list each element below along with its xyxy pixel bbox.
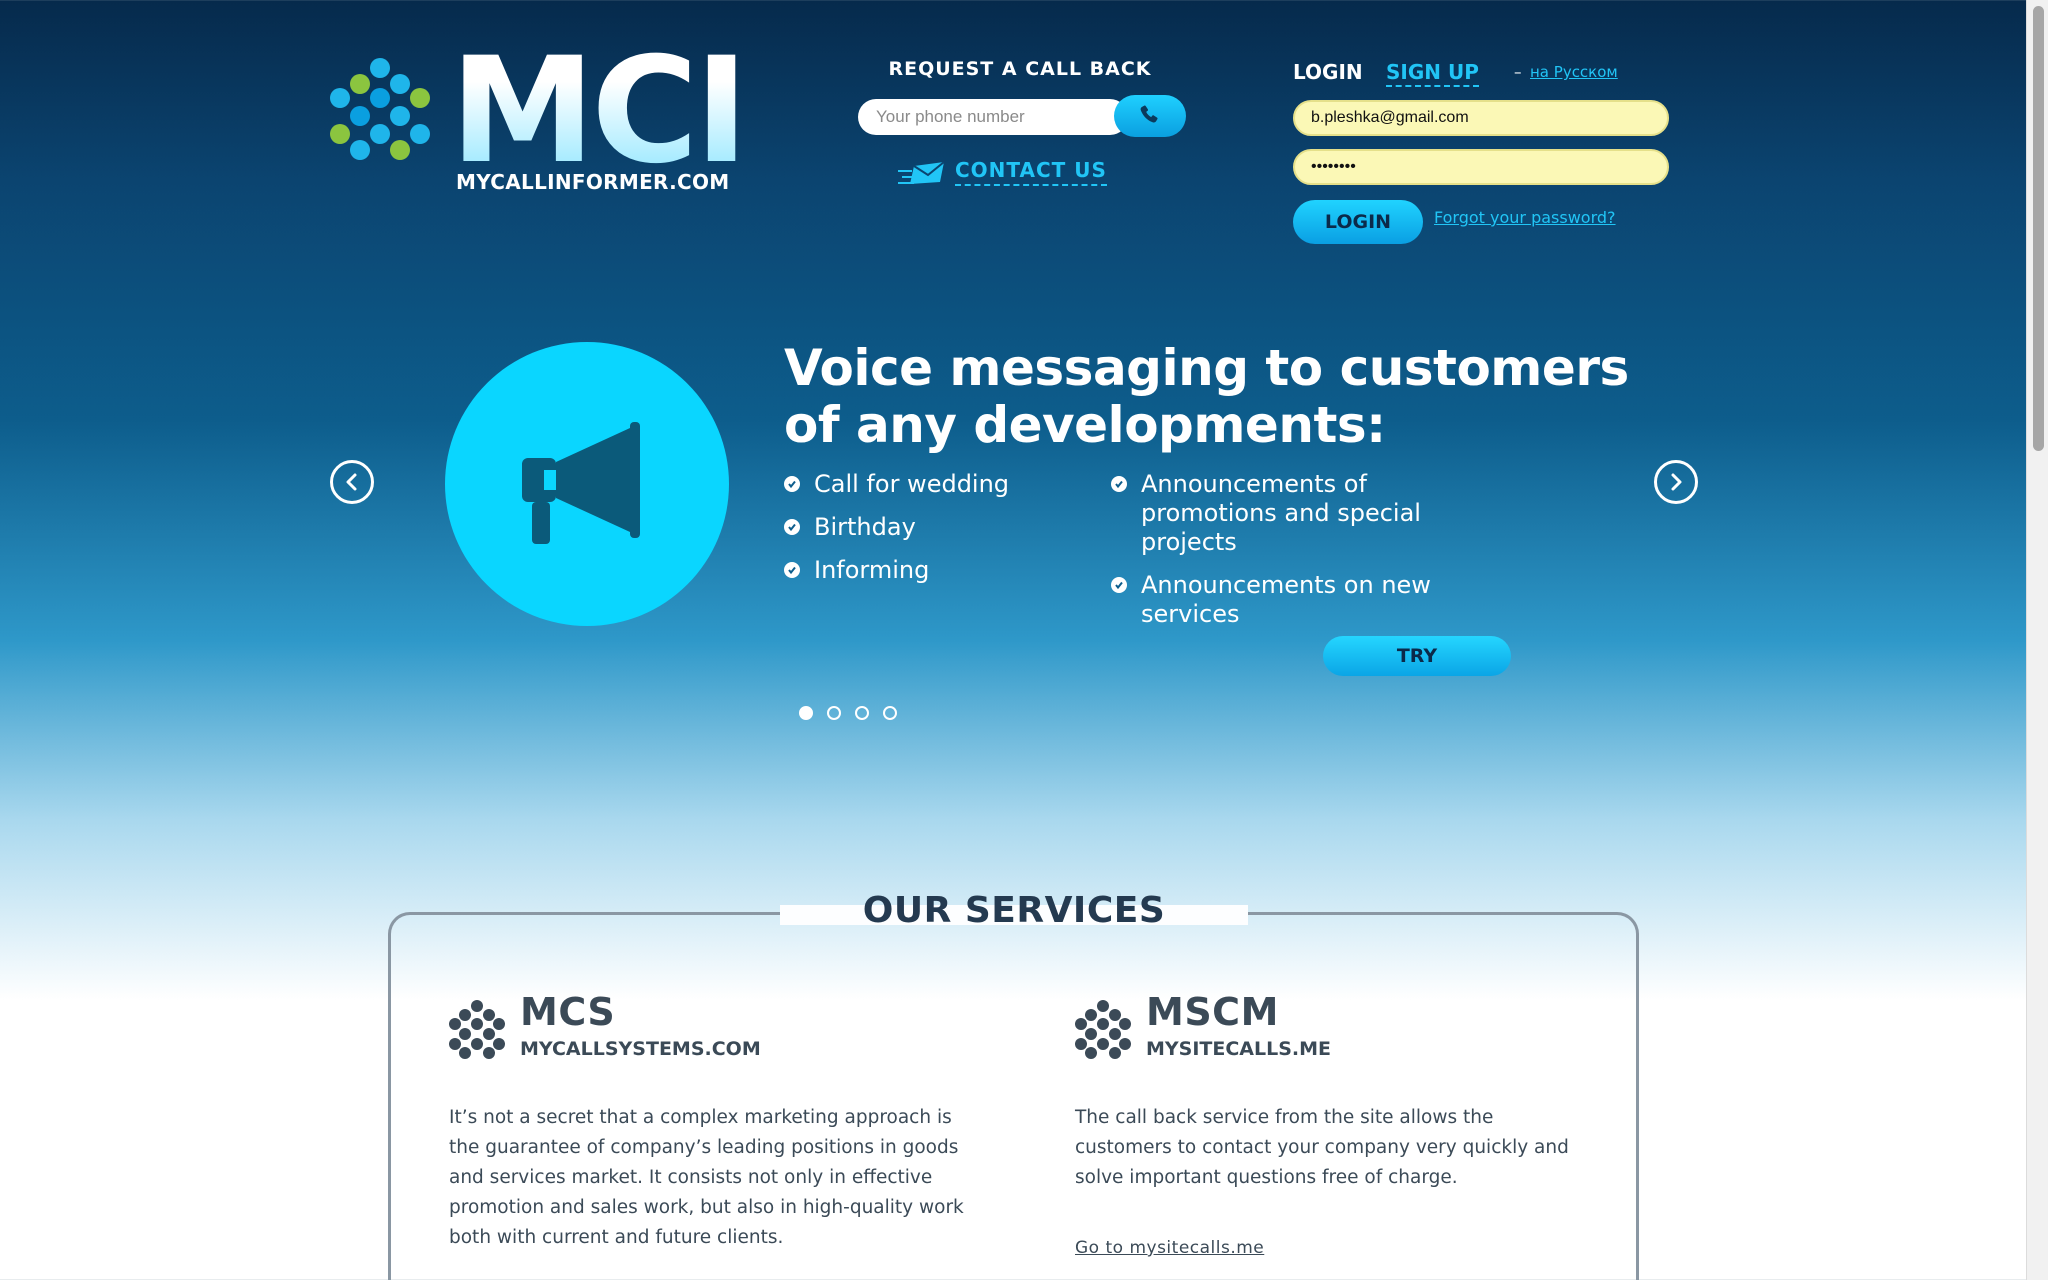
- bullet-item: Informing: [784, 556, 1084, 585]
- bullet-item: Birthday: [784, 513, 1084, 542]
- login-tab[interactable]: LOGIN: [1293, 60, 1363, 84]
- slide-dot-1[interactable]: [799, 706, 813, 720]
- chevron-right-icon: [1671, 473, 1682, 491]
- russian-language-link[interactable]: на Русском: [1530, 63, 1618, 81]
- slide-dot-4[interactable]: [883, 706, 897, 720]
- megaphone-icon: [522, 422, 640, 544]
- check-icon: [1111, 577, 1127, 593]
- mail-flying-icon: [898, 161, 945, 184]
- page-scrollbar[interactable]: [2026, 0, 2048, 1280]
- services-title: OUR SERVICES: [862, 890, 1166, 931]
- service-name: MSCM: [1146, 990, 1279, 1034]
- logo-domain: MYCALLINFORMER.COM: [456, 170, 730, 194]
- scrollbar-thumb[interactable]: [2033, 6, 2044, 451]
- call-back-button[interactable]: [1114, 95, 1186, 137]
- password-field[interactable]: ••••••••: [1293, 149, 1669, 185]
- phone-number-input[interactable]: [858, 99, 1128, 135]
- forgot-password-link[interactable]: Forgot your password?: [1434, 208, 1616, 227]
- signup-tab[interactable]: SIGN UP: [1386, 60, 1479, 87]
- login-button[interactable]: LOGIN: [1293, 200, 1423, 244]
- slider-prev-button[interactable]: [330, 460, 374, 504]
- service-domain[interactable]: MYCALLSYSTEMS.COM: [520, 1038, 761, 1060]
- try-button[interactable]: TRY: [1323, 636, 1511, 676]
- logo-wordmark[interactable]: MCI: [450, 38, 749, 184]
- contact-us-link[interactable]: CONTACT US: [955, 158, 1107, 186]
- slider-pagination: [799, 706, 897, 720]
- slide-dot-2[interactable]: [827, 706, 841, 720]
- callback-title: REQUEST A CALL BACK: [888, 58, 1152, 80]
- bullet-item: Call for wedding: [784, 470, 1084, 499]
- service-domain[interactable]: MYSITECALLS.ME: [1146, 1038, 1331, 1060]
- mcs-dots-icon: [449, 1000, 505, 1059]
- bullet-item: Announcements on new services: [1111, 571, 1441, 629]
- phone-icon: [1140, 105, 1158, 123]
- slider-next-button[interactable]: [1654, 460, 1698, 504]
- logo-dots-icon: [330, 58, 430, 160]
- service-name: MCS: [520, 990, 616, 1034]
- check-icon: [784, 519, 800, 535]
- check-icon: [784, 562, 800, 578]
- email-field[interactable]: b.pleshka@gmail.com: [1293, 100, 1669, 136]
- mscm-dots-icon: [1075, 1000, 1131, 1059]
- service-description: It’s not a secret that a complex marketi…: [449, 1107, 964, 1248]
- bullet-item: Announcements of promotions and special …: [1111, 470, 1441, 557]
- chevron-left-icon: [346, 473, 357, 491]
- slide-headline: Voice messaging to customers of any deve…: [784, 339, 1629, 454]
- service-description: The call back service from the site allo…: [1075, 1107, 1569, 1188]
- go-to-mysitecalls-link[interactable]: Go to mysitecalls.me: [1075, 1238, 1264, 1258]
- slide-illustration: [445, 342, 729, 626]
- check-icon: [784, 476, 800, 492]
- lang-dash: –: [1514, 63, 1522, 81]
- slide-dot-3[interactable]: [855, 706, 869, 720]
- check-icon: [1111, 476, 1127, 492]
